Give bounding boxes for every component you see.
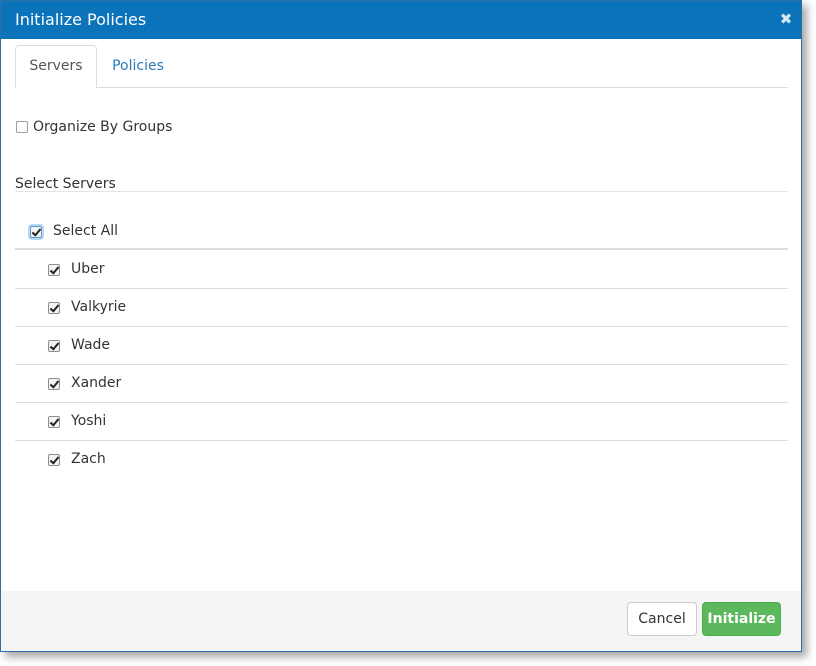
server-checkbox[interactable] — [48, 454, 60, 466]
dialog-header: Initialize Policies ✖ — [1, 1, 801, 39]
close-icon[interactable]: ✖ — [779, 11, 793, 27]
server-name: Yoshi — [71, 413, 107, 429]
select-all-row[interactable]: Select All — [15, 212, 788, 250]
server-checkbox[interactable] — [48, 302, 60, 314]
server-row[interactable]: Xander — [15, 365, 788, 403]
server-name: Valkyrie — [71, 299, 127, 315]
tab-bar: Servers Policies — [15, 45, 788, 89]
server-checkbox[interactable] — [48, 264, 60, 276]
cancel-button[interactable]: Cancel — [627, 602, 697, 636]
select-all-checkbox[interactable] — [30, 226, 42, 238]
server-name: Wade — [71, 337, 111, 353]
server-row[interactable]: Wade — [15, 327, 788, 365]
server-row[interactable]: Valkyrie — [15, 289, 788, 327]
server-name: Uber — [71, 261, 105, 277]
select-servers-title: Select Servers — [15, 176, 116, 192]
organize-by-groups-label: Organize By Groups — [33, 119, 173, 135]
server-row[interactable]: Yoshi — [15, 403, 788, 441]
dialog-title: Initialize Policies — [15, 10, 147, 29]
initialize-policies-dialog: Initialize Policies ✖ Servers Policies O… — [0, 0, 802, 652]
select-all-label: Select All — [53, 223, 118, 239]
dialog-footer: Cancel Initialize — [1, 591, 801, 651]
server-name: Xander — [71, 375, 122, 391]
server-row[interactable]: Zach — [15, 441, 788, 479]
server-checkbox[interactable] — [48, 416, 60, 428]
initialize-button[interactable]: Initialize — [702, 602, 781, 636]
server-checkbox[interactable] — [48, 340, 60, 352]
tab-servers[interactable]: Servers — [15, 45, 97, 89]
server-row[interactable]: Uber — [15, 251, 788, 289]
section-divider — [15, 191, 788, 192]
tab-policies[interactable]: Policies — [98, 45, 178, 88]
server-checkbox[interactable] — [48, 378, 60, 390]
organize-by-groups-checkbox[interactable] — [16, 121, 28, 133]
server-name: Zach — [71, 451, 106, 467]
